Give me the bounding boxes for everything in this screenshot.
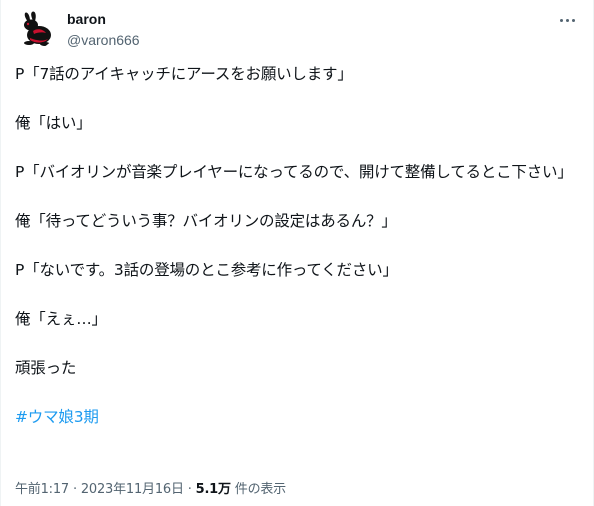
tweet-date: 2023年11月16日 xyxy=(80,482,184,497)
views-count[interactable]: 5.1万 xyxy=(196,482,231,497)
tweet-paragraph: 俺「はい」 xyxy=(15,114,92,132)
ellipsis-icon-dot xyxy=(559,18,563,22)
user-names: baron @varon666 xyxy=(67,10,140,49)
tweet-paragraph: P「7話のアイキャッチにアースをお願いします」 xyxy=(15,65,353,83)
tweet-header: baron @varon666 xyxy=(15,8,581,52)
meta-separator: · xyxy=(72,482,77,497)
tweet-card: baron @varon666 P「7話のアイキャッチにアースをお願いします」 … xyxy=(0,0,594,506)
views-label: 件の表示 xyxy=(234,482,286,497)
tweet-text: P「7話のアイキャッチにアースをお願いします」 俺「はい」 P「バイオリンが音楽… xyxy=(15,62,585,454)
tweet-paragraph: 俺「待ってどういう事？バイオリンの設定はあるん？」 xyxy=(15,212,397,230)
tweet-paragraph: P「バイオリンが音楽プレイヤーになってるので、開けて整備してるとこ下さい」 xyxy=(15,163,573,181)
meta-separator: · xyxy=(187,482,192,497)
tweet-meta: 午前1:17 · 2023年11月16日 · 5.1万 件の表示 xyxy=(15,478,286,497)
tweet-paragraph: P「ないです。3話の登場のとこ参考に作ってください」 xyxy=(15,261,398,279)
tweet-paragraph: 俺「えぇ…」 xyxy=(15,310,107,328)
avatar[interactable] xyxy=(15,9,55,49)
hashtag-link[interactable]: #ウマ娘3期 xyxy=(15,408,99,426)
ellipsis-icon-dot xyxy=(571,18,575,22)
tweet-timestamp[interactable]: 午前1:17 · 2023年11月16日 xyxy=(15,482,184,497)
ellipsis-icon-dot xyxy=(565,18,569,22)
user-handle[interactable]: @varon666 xyxy=(67,31,140,49)
tweet-paragraph: 頑張った xyxy=(15,359,77,377)
tweet-time: 午前1:17 xyxy=(15,482,69,497)
hashtag-paragraph: #ウマ娘3期 xyxy=(15,405,585,430)
rabbit-silhouette-icon xyxy=(15,9,55,49)
more-options-button[interactable] xyxy=(555,8,579,32)
display-name[interactable]: baron xyxy=(67,10,140,28)
